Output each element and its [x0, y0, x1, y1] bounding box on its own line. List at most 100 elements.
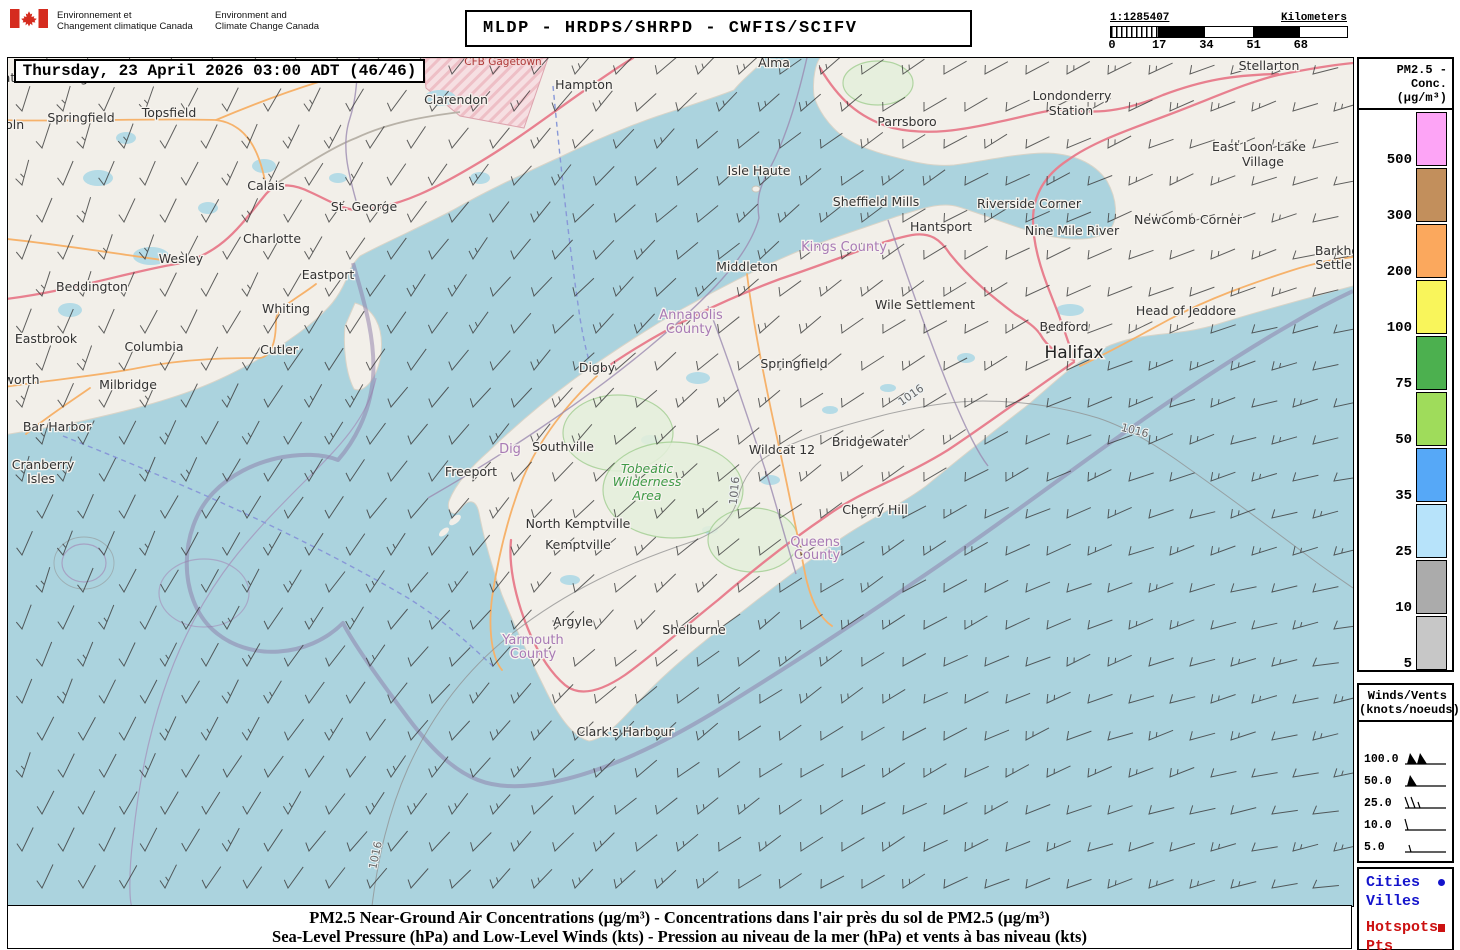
map-label-city: Wile Settlement: [875, 297, 975, 312]
pm25-legend-row: 300: [1359, 166, 1452, 223]
map-label-area: Area: [631, 488, 661, 503]
scalebar-tick: 34: [1199, 38, 1214, 52]
map-label-city: Kemptville: [545, 537, 611, 552]
map-label-city: Bedford: [1039, 319, 1088, 334]
pm25-legend-row: 75: [1359, 334, 1452, 391]
map-label-city: Nine Mile River: [1025, 223, 1120, 238]
winds-legend: Winds/Vents (knots/noeuds) 100.0 50.0 25.0…: [1357, 683, 1460, 863]
pm25-threshold-value: 10: [1395, 600, 1412, 616]
map-label-city: Shelburne: [662, 622, 726, 637]
scale-ratio: 1:1285407: [1110, 12, 1170, 24]
pm25-legend-row: 200: [1359, 222, 1452, 280]
eccc-wordmark-en: Environment and Climate Change Canada: [215, 10, 320, 32]
cities-label-en: Cities: [1366, 874, 1421, 891]
map-label-city: Columbia: [124, 339, 183, 354]
map-label-city: Barkhouse: [1315, 243, 1353, 258]
pm25-threshold-value: 5: [1403, 656, 1412, 672]
legend-divider: [1359, 720, 1452, 722]
map-label-county: County: [510, 647, 557, 662]
map-label-city: Hantsport: [910, 219, 972, 234]
map-label-city: Cherry Hill: [842, 502, 908, 517]
pm25-color-swatch: [1416, 392, 1447, 446]
wind-legend-row: 10.0: [1359, 814, 1452, 836]
map-label-city: Springfield: [47, 110, 114, 125]
pm25-color-swatch: [1416, 616, 1447, 670]
wind-speed-value: 25.0: [1364, 796, 1392, 810]
map-label-city: Lincoln: [8, 117, 24, 132]
pm25-legend-rows: 500 300 200 100 75 50 35 25 10 5: [1359, 110, 1452, 672]
map-label-city: Sheffield Mills: [833, 194, 919, 209]
map-label-city: Clark's Harbour: [576, 724, 674, 739]
city-dot-icon: [1438, 879, 1445, 886]
lake: [58, 303, 82, 317]
map-label-city: Eastport: [302, 267, 355, 282]
map-label-military: CFB Gagetown: [464, 58, 541, 68]
wind-speed-value: 10.0: [1364, 818, 1392, 832]
scalebar-segment: [1299, 27, 1347, 37]
wind-barb-symbol-barb10: [1404, 818, 1446, 831]
map-label-city: Digby: [579, 360, 616, 375]
map-label-city: Charlotte: [243, 231, 301, 246]
lake: [83, 170, 113, 186]
map-label-city: Riverside Corner: [977, 196, 1082, 211]
map-label-city: Topsfield: [141, 105, 197, 120]
map-label-city: Settlement: [1315, 257, 1353, 272]
pm25-color-swatch: [1416, 336, 1447, 390]
scalebar-segment: [1111, 27, 1159, 37]
map-label-city: Cutler: [260, 342, 299, 357]
wind-speed-value: 50.0: [1364, 774, 1392, 788]
map-label-city: Isles: [27, 471, 55, 486]
scalebar-tick: 51: [1246, 38, 1261, 52]
pm25-legend-row: 35: [1359, 446, 1452, 503]
map-label-city: Milbridge: [99, 377, 157, 392]
map-label-county: Dig: [499, 442, 521, 457]
product-title-box: MLDP - HRDPS/SHRPD - CWFIS/SCIFV: [465, 10, 972, 47]
pm25-color-swatch: [1416, 448, 1447, 502]
map-canvas: MattawamkeagSpringfieldTopsfieldLincolnC…: [7, 57, 1354, 907]
map-label-city: Wildcat 12: [749, 442, 815, 457]
points-legend: Cities Villes Hotspots Pts chauds: [1357, 867, 1454, 950]
map-label-city: Bridgewater: [832, 434, 909, 449]
map-label-city: Argyle: [553, 614, 593, 629]
pm25-legend-units: (µg/m³): [1396, 91, 1447, 105]
pm25-threshold-value: 500: [1386, 152, 1412, 168]
wind-speed-value: 5.0: [1364, 840, 1385, 854]
wind-legend-row: 100.0: [1359, 748, 1452, 770]
scale-units-label: Kilometers: [1280, 12, 1347, 24]
map-label-city: Whiting: [262, 301, 310, 316]
map-label-city-lg: Halifax: [1044, 343, 1103, 363]
weather-map-page: Environnement et Changement climatique C…: [0, 0, 1460, 950]
pm25-legend: PM2.5 - Conc. (µg/m³) 500 300 200 100 75 50 35…: [1357, 57, 1454, 672]
caption-line2: Sea-Level Pressure (hPa) and Low-Level W…: [272, 927, 1087, 946]
scalebar-tick: 68: [1293, 38, 1308, 52]
map-label-city: Londonderry: [1033, 88, 1113, 103]
pm25-color-swatch: [1416, 504, 1447, 558]
map-label-city: Hampton: [555, 77, 613, 92]
pm25-legend-row: 500: [1359, 110, 1452, 168]
pm25-color-swatch: [1416, 560, 1447, 614]
wind-legend-row: 25.0: [1359, 792, 1452, 814]
wind-barb-symbol-pennant: [1405, 774, 1446, 787]
canada-flag-logo: [10, 9, 48, 28]
map-label-city: Isle Haute: [728, 163, 791, 178]
map-label-city: Wesley: [159, 251, 204, 266]
pm25-legend-row: 100: [1359, 278, 1452, 335]
map-label-city: Springfield: [760, 356, 827, 371]
map-label-city: Cranberry: [12, 457, 75, 472]
map-label-city: Bar Harbor: [23, 419, 92, 434]
map-label-city: Alma: [758, 58, 790, 70]
map-label-county: Yarmouth: [501, 633, 563, 648]
map-caption: PM2.5 Near-Ground Air Concentrations (µg…: [7, 905, 1352, 949]
map-label-city: Beddington: [56, 279, 128, 294]
pm25-threshold-value: 25: [1395, 544, 1412, 560]
wind-barb-symbol-pennant2: [1405, 752, 1446, 765]
pm25-threshold-value: 200: [1386, 264, 1412, 280]
caption-line1: PM2.5 Near-Ground Air Concentrations (µg…: [309, 908, 1050, 927]
map-label-city: Calais: [247, 178, 285, 193]
wind-legend-row: 5.0: [1359, 836, 1452, 858]
scalebar-segment: [1205, 27, 1253, 37]
wind-barb-symbol-barb25: [1404, 796, 1446, 809]
pm25-legend-row: 25: [1359, 502, 1452, 560]
map-label-city: Newcomb Corner: [1134, 212, 1243, 227]
map-label-county: County: [794, 548, 841, 563]
